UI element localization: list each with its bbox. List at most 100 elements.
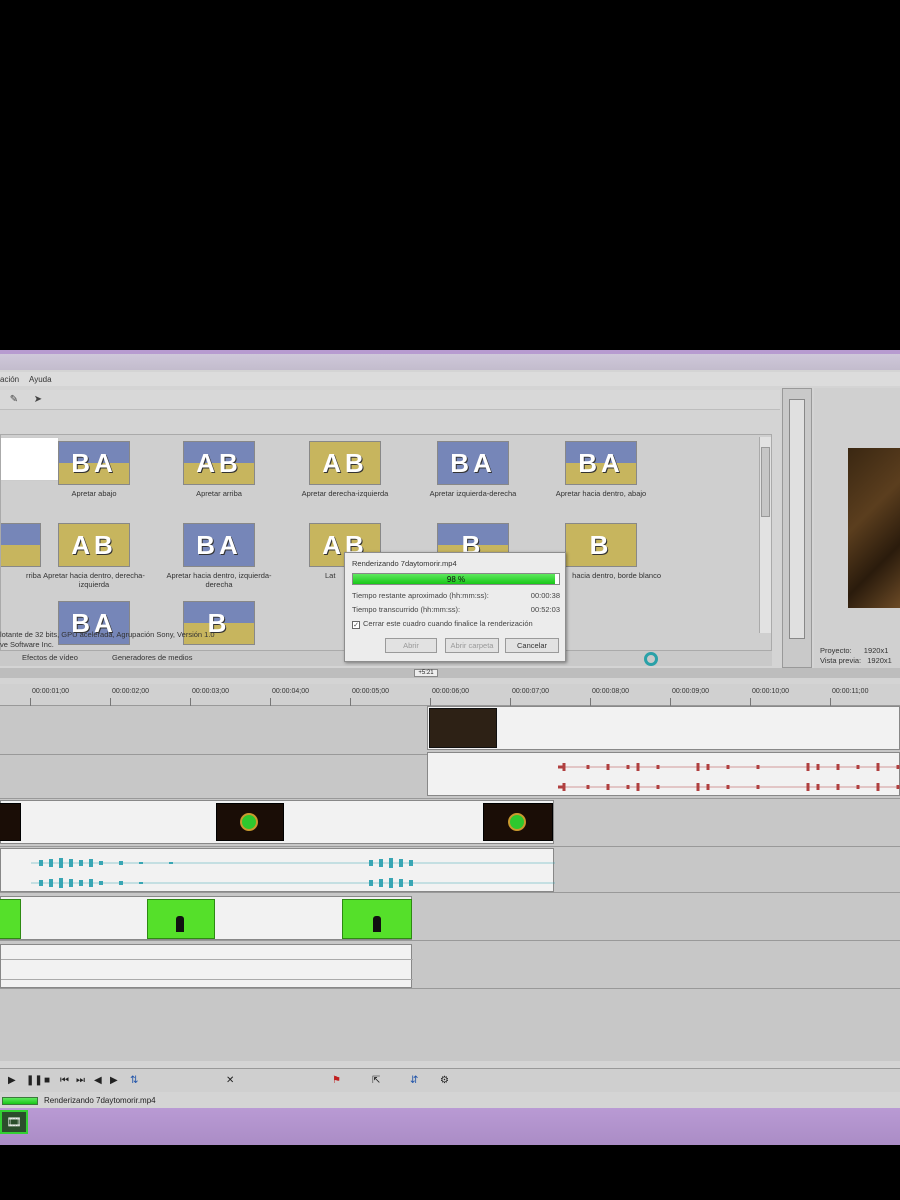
transport-toolbar: ▶ ❚❚ ■ ⏮ ⏭ ◀ ▶ ⇅ ✕ ⚑ ⇱ ⇵ ⚙ <box>0 1068 900 1092</box>
ruler-tick <box>350 698 351 706</box>
menu-bar: ación Ayuda <box>0 372 900 386</box>
window-top-strip <box>0 354 900 370</box>
close-when-done-checkbox-row[interactable]: ✓ Cerrar este cuadro cuando finalice la r… <box>352 619 562 629</box>
timeline-ruler[interactable]: 00:00:01;00 00:00:02;00 00:00:03;00 00:00:0… <box>0 684 900 706</box>
track-separator <box>0 846 900 847</box>
audio-waveform-red <box>558 763 900 791</box>
remaining-time-label: Tiempo restante aproximado (hh:mm:ss): <box>352 591 489 600</box>
ruler-tick <box>30 698 31 706</box>
snap-icon[interactable]: ⇱ <box>372 1075 380 1087</box>
fx-thumbnail: BA <box>565 441 637 485</box>
marker-icon[interactable]: ⚑ <box>332 1075 341 1087</box>
taskbar-film-icon[interactable]: 🎞 <box>0 1110 28 1134</box>
preview-label: Vista previa: <box>820 656 862 665</box>
plugin-info-line1: lotante de 32 bits, GPU acelerada, Agrup… <box>0 630 215 639</box>
ripple-icon[interactable]: ⇵ <box>410 1075 418 1087</box>
fx-item-apretar-hacia-dentro-der-izq[interactable]: AB Apretar hacia dentro, derecha-izquier… <box>34 523 154 589</box>
tab-media-generators[interactable]: Generadores de medios <box>112 653 192 662</box>
busy-cursor-icon <box>644 652 658 666</box>
go-end-icon[interactable]: ⏭ <box>76 1075 85 1087</box>
prev-frame-icon[interactable]: ◀ <box>94 1075 102 1087</box>
fx-scrollbar-thumb[interactable] <box>761 447 770 517</box>
next-frame-icon[interactable]: ▶ <box>110 1075 118 1087</box>
delete-icon[interactable]: ✕ <box>226 1075 234 1087</box>
plugin-info-line2: ve Software Inc. <box>0 640 54 649</box>
fx-letters: BA <box>578 448 624 478</box>
close-when-done-checkbox[interactable]: ✓ <box>352 621 360 629</box>
fx-item-apretar-derecha-izquierda[interactable]: AB Apretar derecha-izquierda <box>285 441 405 498</box>
cancel-button[interactable]: Cancelar <box>505 638 559 653</box>
play-icon[interactable]: ▶ <box>8 1075 16 1087</box>
go-start-icon[interactable]: ⏮ <box>60 1075 69 1087</box>
stop-icon[interactable]: ■ <box>44 1075 50 1087</box>
fx-item-apretar-hacia-dentro-abajo[interactable]: BA Apretar hacia dentro, abajo <box>541 441 661 498</box>
fx-item-apretar-izquierda-derecha[interactable]: BA Apretar izquierda-derecha <box>413 441 533 498</box>
right-toolstrip <box>782 388 812 668</box>
video-thumbnail <box>0 803 21 841</box>
status-bar: Renderizando 7daytomorir.mp4 <box>0 1094 900 1108</box>
render-dialog: Renderizando 7daytomorir.mp4 98 % Tiempo… <box>344 552 566 662</box>
video-clip-track1[interactable] <box>427 706 900 750</box>
fx-label: Apretar abajo <box>71 489 117 498</box>
menu-item-partial[interactable]: ación <box>0 375 19 384</box>
ruler-tick <box>430 698 431 706</box>
open-button[interactable]: Abrir <box>385 638 437 653</box>
ruler-tick <box>190 698 191 706</box>
ruler-tick <box>590 698 591 706</box>
audio-clip-track1[interactable] <box>427 752 900 796</box>
lock-icon[interactable]: ⚙ <box>440 1075 449 1087</box>
track-separator <box>0 892 900 893</box>
project-value: 1920x1 <box>863 646 889 655</box>
timeline-tracks <box>0 706 900 1061</box>
ruler-tick-label: 00:00:08;00 <box>592 688 629 695</box>
fx-letters: AB <box>322 448 368 478</box>
remaining-time-value: 00:00:38 <box>530 591 560 600</box>
track-separator <box>0 798 900 799</box>
video-clip-track2[interactable] <box>0 800 554 844</box>
video-clip-track3[interactable] <box>0 896 412 940</box>
fx-item-apretar-abajo[interactable]: BA Apretar abajo <box>34 441 154 498</box>
open-folder-button[interactable]: Abrir carpeta <box>445 638 499 653</box>
close-when-done-label: Cerrar este cuadro cuando finalice la re… <box>363 619 533 628</box>
fx-thumbnail: BA <box>183 523 255 567</box>
plugin-info: lotante de 32 bits, GPU acelerada, Agrup… <box>0 630 380 652</box>
audio-waveform-teal <box>31 858 555 888</box>
pause-icon[interactable]: ❚❚ <box>26 1075 43 1087</box>
audio-clip-track2[interactable] <box>0 848 555 892</box>
elapsed-time-row: Tiempo transcurrido (hh:mm:ss): 00:52:03 <box>352 605 560 614</box>
fx-letters: BA <box>71 448 117 478</box>
ruler-tick-label: 00:00:02;00 <box>112 688 149 695</box>
fx-thumbnail: AB <box>309 441 381 485</box>
status-render-text: Renderizando 7daytomorir.mp4 <box>44 1096 156 1105</box>
fx-letters: AB <box>71 530 117 560</box>
audio-clip-track3[interactable] <box>0 944 413 988</box>
render-progress-bar: 98 % <box>352 573 560 585</box>
status-progress-bar <box>2 1097 38 1105</box>
fx-scrollbar[interactable] <box>759 437 771 633</box>
help-pointer-icon[interactable]: ➤ <box>32 394 44 406</box>
ruler-tick-label: 00:00:04;00 <box>272 688 309 695</box>
menu-item-help[interactable]: Ayuda <box>29 375 52 384</box>
fx-letters: B <box>589 530 613 560</box>
brush-icon[interactable]: ✎ <box>8 394 20 406</box>
ruler-tick <box>510 698 511 706</box>
fx-label: Apretar arriba <box>196 489 242 498</box>
marker-bar[interactable]: +5:21 <box>0 668 900 678</box>
ruler-tick-label: 00:00:03;00 <box>192 688 229 695</box>
ruler-tick <box>830 698 831 706</box>
ruler-tick-label: 00:00:10;00 <box>752 688 789 695</box>
ruler-tick <box>670 698 671 706</box>
ruler-tick <box>110 698 111 706</box>
elapsed-time-value: 00:52:03 <box>530 605 560 614</box>
toolstrip-scroll[interactable] <box>789 399 805 639</box>
fx-thumbnail: BA <box>437 441 509 485</box>
fx-item-apretar-arriba[interactable]: AB Apretar arriba <box>159 441 279 498</box>
fx-item-apretar-hacia-dentro-izq-der[interactable]: BA Apretar hacia dentro, izquierda-derec… <box>159 523 279 589</box>
edit-tool-icon[interactable]: ⇅ <box>130 1075 138 1087</box>
desktop-screen: ación Ayuda ✎ ➤ BA Apretar abajo AB Apre… <box>0 350 900 1145</box>
tab-video-effects[interactable]: Efectos de vídeo <box>22 653 78 662</box>
os-taskbar: 🎞 <box>0 1108 900 1145</box>
render-dialog-title: Renderizando 7daytomorir.mp4 <box>352 559 457 568</box>
fx-letters: AB <box>196 448 242 478</box>
project-label: Proyecto: <box>820 646 852 655</box>
